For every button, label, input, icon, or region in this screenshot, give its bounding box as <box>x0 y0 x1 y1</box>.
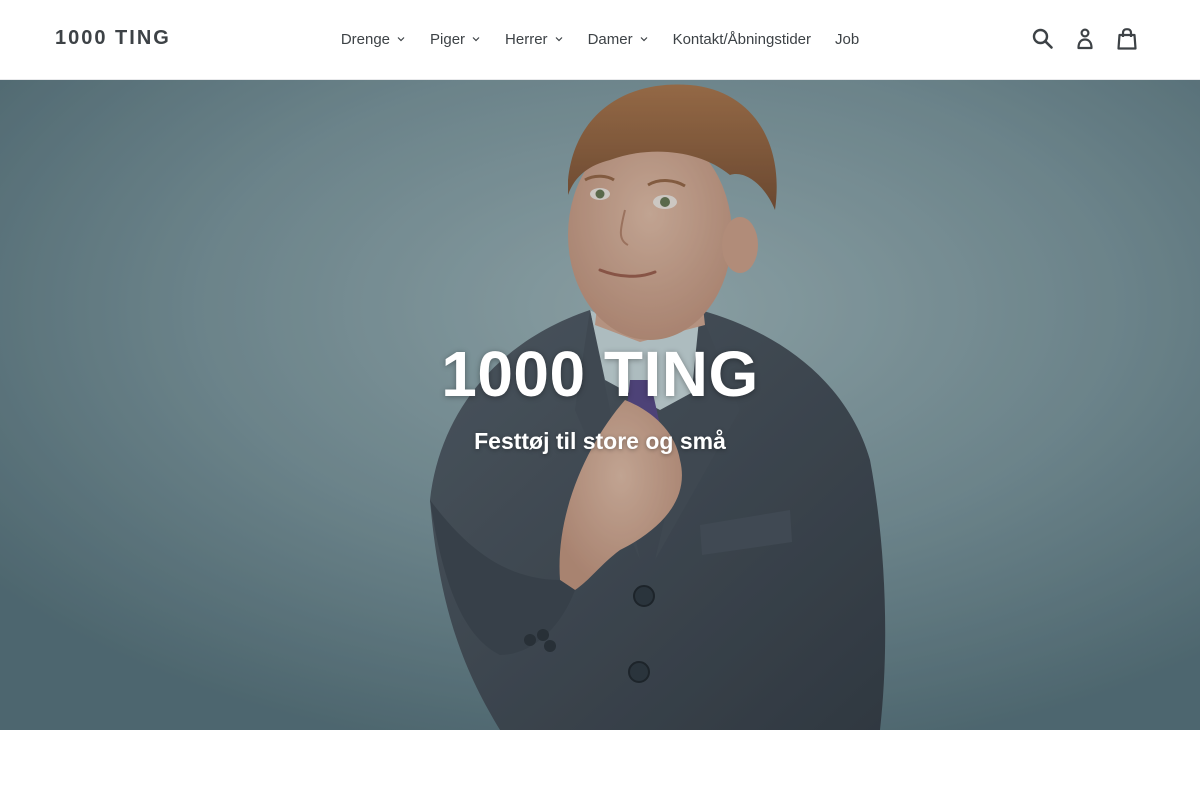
nav-link-drenge[interactable]: Drenge <box>329 31 418 48</box>
nav-label: Drenge <box>340 30 391 48</box>
nav-item-job: Job <box>823 31 871 48</box>
nav-item-piger: Piger <box>418 31 493 48</box>
header-icons <box>1032 26 1138 52</box>
chevron-down-icon <box>639 34 649 44</box>
nav-label: Kontakt/Åbningstider <box>672 30 811 48</box>
nav-link-herrer[interactable]: Herrer <box>493 31 576 48</box>
hero-banner[interactable]: 1000 TING Festtøj til store og små <box>0 80 1200 730</box>
hero-content: 1000 TING Festtøj til store og små <box>0 342 1200 455</box>
site-logo[interactable]: 1000 TING <box>55 27 171 50</box>
site-header: 1000 TING Drenge Piger Herrer Damer Kont… <box>0 0 1200 80</box>
chevron-down-icon <box>396 34 406 44</box>
nav-label: Job <box>835 30 860 48</box>
search-icon[interactable] <box>1032 26 1054 52</box>
nav-link-piger[interactable]: Piger <box>418 31 493 48</box>
nav-label: Damer <box>587 30 633 48</box>
nav-list: Drenge Piger Herrer Damer Kontakt/Åbning… <box>329 31 871 48</box>
nav-item-damer: Damer <box>576 31 661 48</box>
chevron-down-icon <box>554 34 564 44</box>
nav-item-drenge: Drenge <box>329 31 418 48</box>
nav-link-damer[interactable]: Damer <box>576 31 661 48</box>
chevron-down-icon <box>471 34 481 44</box>
hero-title: 1000 TING <box>441 338 759 410</box>
nav-link-job[interactable]: Job <box>823 31 871 48</box>
nav-link-kontakt[interactable]: Kontakt/Åbningstider <box>661 31 823 48</box>
hero-subtitle: Festtøj til store og små <box>474 428 726 454</box>
nav-item-kontakt: Kontakt/Åbningstider <box>661 31 823 48</box>
nav-label: Piger <box>430 30 466 48</box>
nav-label: Herrer <box>505 30 548 48</box>
cart-icon[interactable] <box>1116 26 1138 52</box>
main-navigation: Drenge Piger Herrer Damer Kontakt/Åbning… <box>0 0 1200 80</box>
account-icon[interactable] <box>1074 26 1096 52</box>
nav-item-herrer: Herrer <box>493 31 576 48</box>
